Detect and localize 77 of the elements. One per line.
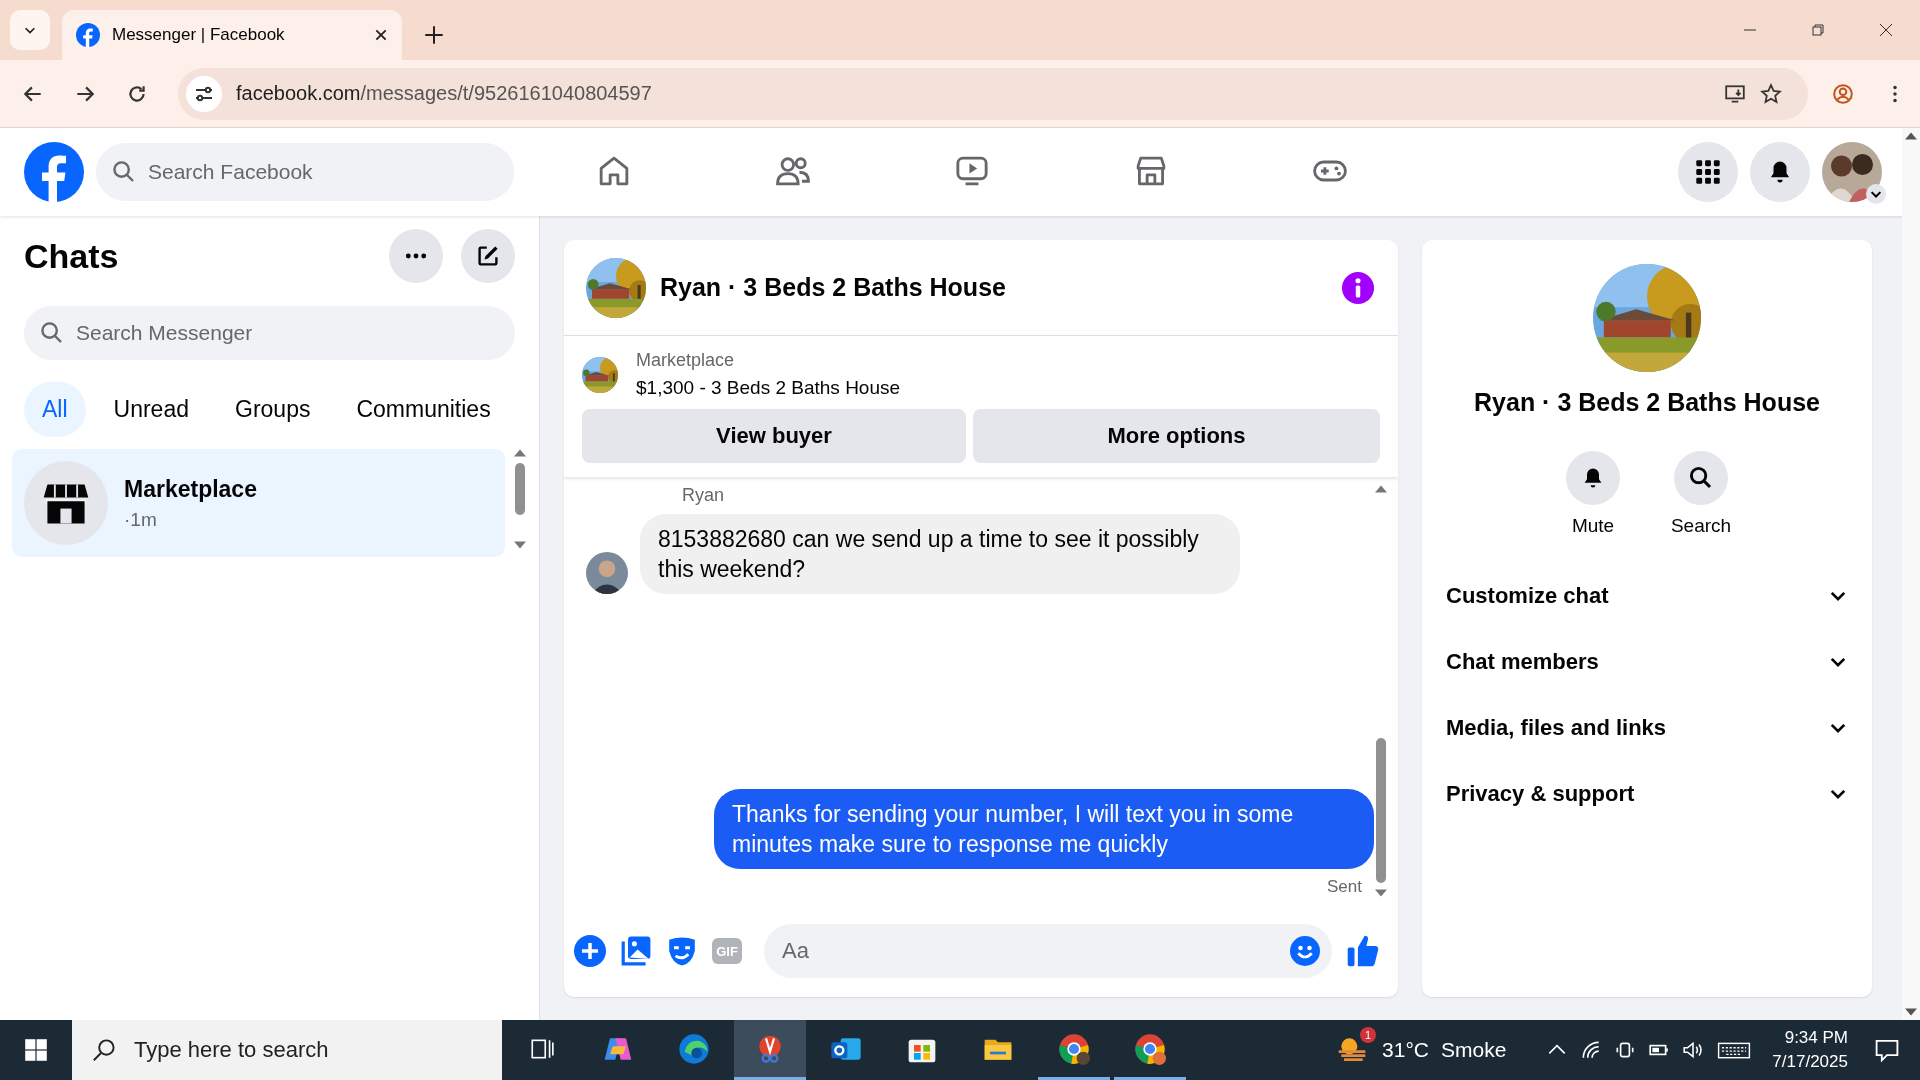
message-input[interactable]: Aa — [764, 924, 1332, 978]
search-icon — [40, 321, 64, 345]
scroll-down-icon[interactable] — [1375, 889, 1387, 897]
contact-name: Ryan · 3 Beds 2 Baths House — [1474, 388, 1820, 417]
section-header[interactable]: Privacy & support — [1432, 761, 1862, 827]
volume-icon[interactable] — [1682, 1039, 1705, 1061]
url-text: facebook.com/messages/t/9526161040804597 — [236, 82, 652, 105]
sender-name: Ryan — [682, 485, 726, 506]
restore-icon[interactable] — [1810, 22, 1826, 38]
notification-center-icon[interactable] — [1874, 1037, 1900, 1063]
section-header[interactable]: Customize chat — [1432, 563, 1862, 629]
scroll-down-icon[interactable] — [1905, 1008, 1917, 1016]
plus-icon[interactable] — [574, 935, 606, 967]
close-icon[interactable] — [1878, 22, 1894, 38]
facebook-logo-icon[interactable] — [24, 142, 84, 202]
weather-temperature: 31°C — [1382, 1038, 1429, 1062]
image-icon[interactable] — [620, 935, 652, 967]
new-message-button[interactable] — [461, 229, 515, 283]
taskbar-search-field[interactable]: Type here to search — [72, 1020, 502, 1080]
scrollbar[interactable] — [1902, 128, 1920, 1020]
new-tab-icon[interactable] — [424, 25, 444, 45]
scrollbar-thumb[interactable] — [1376, 738, 1386, 883]
address-bar[interactable]: facebook.com/messages/t/9526161040804597 — [178, 67, 1808, 120]
search-icon — [92, 1038, 116, 1062]
listing-action-button[interactable]: View buyer — [582, 409, 966, 463]
weather-condition: Smoke — [1441, 1038, 1507, 1062]
conversation-name: Marketplace — [124, 475, 257, 503]
scrollbar-thumb[interactable] — [515, 463, 525, 515]
action-label: Mute — [1571, 515, 1615, 537]
action-label: Search — [1670, 515, 1732, 537]
conversation-time: ·1m — [124, 508, 158, 531]
search-field[interactable]: Search Messenger — [24, 306, 515, 360]
search-field[interactable]: Search Facebook — [96, 143, 514, 201]
close-icon[interactable] — [374, 28, 388, 42]
scroll-up-icon[interactable] — [1905, 132, 1917, 140]
info-icon[interactable] — [1342, 271, 1374, 304]
profile-icon[interactable] — [1832, 82, 1854, 105]
section-header[interactable]: Chat members — [1432, 629, 1862, 695]
menu-button[interactable] — [1678, 142, 1738, 202]
mute-button[interactable] — [1566, 451, 1620, 505]
message-bubble: Thanks for sending your number, I will text you in some minutes make sure to response me quickly — [714, 789, 1374, 869]
filter-tab[interactable]: Groups — [217, 382, 329, 437]
windows-start-icon[interactable] — [24, 1038, 48, 1062]
search-button[interactable] — [1674, 451, 1728, 505]
caret-icon[interactable] — [1866, 184, 1886, 204]
message-bubble: 8153882680 can we send up a time to see it possibly this weekend? — [640, 514, 1240, 594]
scroll-up-icon[interactable] — [514, 449, 526, 457]
facebook-logo-icon — [76, 23, 100, 47]
clock-date[interactable]: 7/17/2025 — [1772, 1050, 1848, 1074]
compose-icon — [476, 244, 500, 268]
chats-title: Chats — [24, 236, 119, 276]
browser-tab[interactable]: Messenger | Facebook — [62, 10, 402, 60]
conversation-item[interactable]: Marketplace ·1m — [12, 449, 505, 557]
message-status: Sent — [1327, 877, 1362, 897]
search-icon — [1689, 466, 1713, 490]
conversation-title: Ryan · 3 Beds 2 Baths House — [660, 273, 1006, 302]
listing-title: $1,300 - 3 Beds 2 Baths House — [636, 377, 901, 399]
thumbs-up-icon[interactable] — [1346, 934, 1380, 968]
sticker-icon[interactable] — [666, 935, 698, 967]
filter-tab[interactable]: All — [24, 382, 86, 437]
filter-tab[interactable]: Unread — [95, 382, 207, 437]
notification-badge: 1 — [1360, 1027, 1377, 1043]
grid-icon — [1695, 159, 1721, 185]
clock-time[interactable]: 9:34 PM — [1784, 1026, 1848, 1050]
ellipsis-icon — [405, 253, 427, 259]
site-settings-icon[interactable] — [186, 75, 222, 112]
bookmark-star-icon[interactable] — [1760, 82, 1782, 105]
search-icon — [112, 160, 136, 184]
install-app-icon[interactable] — [1724, 82, 1746, 105]
filter-tab[interactable]: Communities — [338, 382, 509, 437]
scroll-down-icon[interactable] — [514, 541, 526, 549]
more-button[interactable] — [389, 229, 443, 283]
emoji-icon[interactable] — [1290, 936, 1320, 966]
listing-source: Marketplace — [636, 350, 736, 371]
section-header[interactable]: Media, files and links — [1432, 695, 1862, 761]
listing-action-button[interactable]: More options — [973, 409, 1380, 463]
scroll-up-icon[interactable] — [1375, 485, 1387, 493]
